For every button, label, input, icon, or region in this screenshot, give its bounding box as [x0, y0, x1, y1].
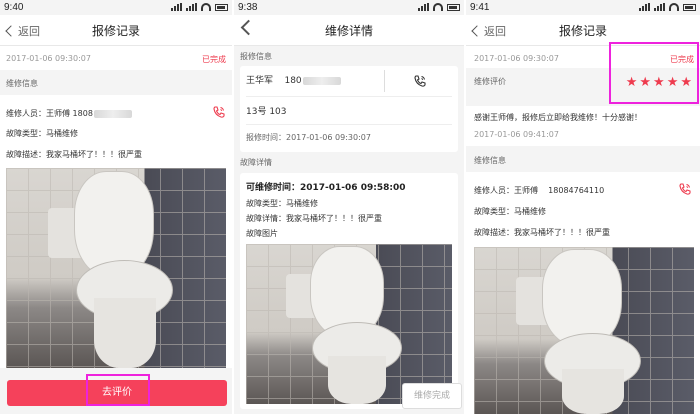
status-icons [171, 3, 228, 11]
rating-label: 维修评价 [474, 77, 506, 86]
repairer-info: 维修人员：王师傅 18084764110 [474, 185, 604, 196]
repair-info-card: 维修人员：王师傅 18084764110 故障类型：马桶维修 故障描述：我家马桶… [466, 172, 700, 414]
blurred-phone [302, 76, 341, 85]
status-bar: 9:38 [234, 0, 464, 15]
fault-type: 故障类型：马桶维修 [246, 199, 318, 208]
signal-icon-2 [186, 3, 197, 11]
fault-detail: 故障详情：我家马桶坏了！！！很严重 [246, 214, 382, 223]
phone-call-icon[interactable] [413, 74, 427, 88]
status-time: 9:38 [238, 2, 258, 13]
fault-type: 故障类型：马桶维修 [474, 207, 546, 216]
review-card: 感谢王师傅，报修后立即给我维修！十分感谢！ 2017-01-06 09:41:0… [466, 106, 700, 146]
address: 13号 103 [246, 107, 287, 117]
status-bar: 9:40 [0, 0, 232, 15]
signal-icon [171, 3, 182, 11]
phone-call-icon[interactable] [678, 182, 692, 196]
row-divider [246, 96, 452, 97]
page-title: 报修记录 [558, 24, 607, 38]
page-title: 维修详情 [324, 24, 373, 38]
status-time: 9:40 [4, 2, 24, 13]
signal-icon-2 [654, 3, 665, 11]
section-title: 维修信息 [474, 156, 506, 165]
record-header: 2017-01-06 09:30:07 已完成 [0, 46, 232, 70]
section-fault-details: 故障详情 [240, 158, 272, 167]
record-datetime: 2017-01-06 09:30:07 [6, 54, 91, 63]
screen-repair-record: 9:40 返回 报修记录 2017-01-06 09:30:07 已完成 维修信… [0, 0, 232, 414]
screen-repair-details: 9:38 维修详情 报修信息 王华军 180 13号 103 报修时间：2017… [234, 0, 464, 414]
highlight-box [609, 42, 699, 104]
status-icons [418, 3, 460, 11]
fault-type: 故障类型：马桶维修 [6, 129, 78, 138]
repair-complete-button[interactable]: 维修完成 [402, 383, 462, 409]
repair-info-card: 维修人员：王师傅 1808 故障类型：马桶维修 故障描述：我家马桶坏了！！！很严… [0, 95, 232, 368]
status-icons [639, 3, 696, 11]
blurred-phone [93, 109, 132, 118]
page-title: 报修记录 [91, 24, 140, 38]
highlight-box [86, 374, 150, 406]
status-bar: 9:41 [466, 0, 700, 15]
nav-bar: 返回 报修记录 [0, 15, 232, 46]
repairer-phone: 18084764110 [548, 186, 605, 195]
battery-icon [683, 3, 696, 11]
available-time: 可维修时间：2017-01-06 09:58:00 [246, 183, 406, 193]
repairer-label: 维修人员：王师傅 [6, 109, 70, 118]
repairer-phone: 1808 [72, 109, 93, 118]
fault-details-card: 可维修时间：2017-01-06 09:58:00 故障类型：马桶维修 故障详情… [240, 173, 458, 409]
repairer-label: 维修人员：王师傅 [474, 186, 538, 195]
nav-bar: 维修详情 [234, 15, 464, 46]
phone-call-icon[interactable] [212, 105, 226, 119]
review-comment: 感谢王师傅，报修后立即给我维修！十分感谢！ [474, 113, 642, 122]
customer-phone: 180 [284, 76, 302, 86]
status-badge: 已完成 [202, 55, 226, 64]
fault-description: 故障描述：我家马桶坏了！！！很严重 [6, 150, 142, 159]
row-divider [246, 124, 452, 125]
signal-icon [639, 3, 650, 11]
customer-name: 王华军 [246, 76, 274, 86]
fault-description: 故障描述：我家马桶坏了！！！很严重 [474, 228, 610, 237]
signal-icon [418, 3, 429, 11]
vertical-divider [384, 70, 385, 92]
status-time: 9:41 [470, 2, 490, 13]
wifi-icon [669, 3, 679, 11]
customer-contact: 王华军 180 [246, 73, 341, 86]
fault-photo [6, 168, 226, 368]
battery-icon [447, 3, 460, 11]
fault-photo [246, 244, 452, 404]
battery-icon [215, 3, 228, 11]
record-datetime: 2017-01-06 09:30:07 [474, 54, 559, 63]
section-title: 维修信息 [6, 79, 38, 88]
report-info-card: 王华军 180 13号 103 报修时间：2017-01-06 09:30:07 [240, 66, 458, 152]
fault-image-label: 故障图片 [246, 229, 278, 238]
repairer-info: 维修人员：王师傅 1808 [6, 108, 132, 119]
screen-repair-record-rated: 9:41 返回 报修记录 2017-01-06 09:30:07 已完成 维修评… [466, 0, 700, 414]
section-report-info: 报修信息 [240, 52, 272, 61]
wifi-icon [433, 3, 443, 11]
fault-photo [474, 247, 694, 414]
report-time: 报修时间：2017-01-06 09:30:07 [246, 133, 371, 142]
wifi-icon [201, 3, 211, 11]
review-time: 2017-01-06 09:41:07 [474, 130, 559, 139]
